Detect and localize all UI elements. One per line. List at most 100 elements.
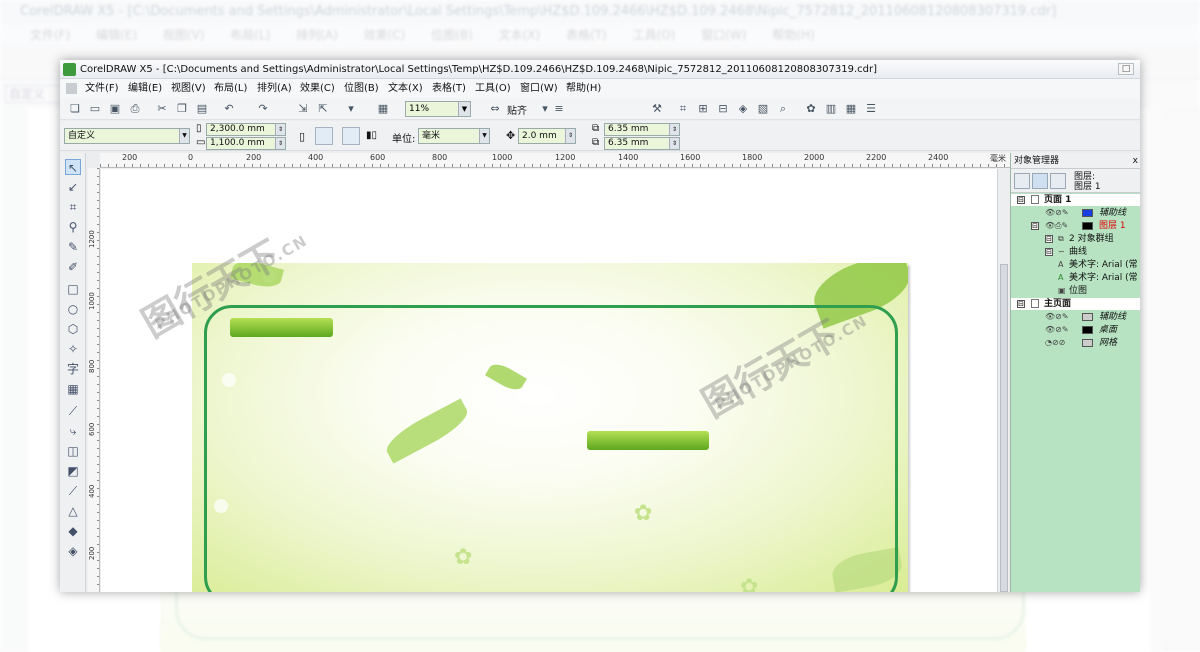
interactive-fill-tool-icon[interactable]: ◈ <box>65 543 81 559</box>
visibility-icons[interactable]: 👁⊘✎ <box>1045 311 1069 323</box>
collapse-icon[interactable]: ⊟ <box>1031 222 1039 230</box>
visibility-icons[interactable]: 👁⊘✎ <box>1045 324 1069 336</box>
color-icon[interactable]: ✿ <box>804 102 818 116</box>
landscape-button[interactable] <box>342 127 360 145</box>
units-select[interactable]: 毫米 ▼ <box>418 128 490 144</box>
horizontal-ruler[interactable]: 200 0 200 400 600 800 1000 1200 1400 160… <box>100 153 1010 168</box>
tree-curve[interactable]: ⊟ ∽ 曲线 <box>1011 246 1140 258</box>
import-icon[interactable]: ⇲ <box>296 102 310 116</box>
dimension-tool-icon[interactable]: ⟋ <box>65 403 81 419</box>
chevron-down-icon[interactable]: ▼ <box>479 129 489 143</box>
tree-object-group[interactable]: ⊟ ⧉ 2 对象群组 <box>1011 233 1140 245</box>
green-title-bar[interactable] <box>230 318 333 337</box>
shape-tool-icon[interactable]: ↙ <box>65 179 81 195</box>
menu-help[interactable]: 帮助(H) <box>566 79 601 98</box>
stepper-icon[interactable]: ⇕ <box>669 124 679 135</box>
zoom-tool-icon[interactable]: ⚲ <box>65 219 81 235</box>
page-preset-select[interactable]: 自定义 ▼ <box>64 128 190 144</box>
duplicate-x-field[interactable]: 6.35 mm ⇕ <box>604 123 680 136</box>
edit-across-layers-icon[interactable] <box>1032 173 1048 189</box>
tree-artistic-text[interactable]: A 美术字: Arial (常 <box>1011 259 1140 271</box>
save-icon[interactable]: ▣ <box>108 102 122 116</box>
full-screen-icon[interactable]: ⇔ <box>488 102 502 116</box>
visibility-icons[interactable]: ◔⊘⊘ <box>1045 337 1067 349</box>
nodes-icon[interactable]: ◈ <box>736 102 750 116</box>
duplicate-y-field[interactable]: 6.35 mm ⇕ <box>604 137 680 150</box>
smart-fill-tool-icon[interactable]: ✐ <box>65 259 81 275</box>
pick-tool-icon[interactable]: ↖ <box>65 159 81 175</box>
tree-bitmap[interactable]: ▣ 位图 <box>1011 285 1140 297</box>
distribute-icon[interactable]: ⊟ <box>716 102 730 116</box>
menu-window[interactable]: 窗口(W) <box>520 79 558 98</box>
page-height-field[interactable]: 1,100.0 mm ⇕ <box>206 137 286 150</box>
page-width-field[interactable]: 2,300.0 mm ⇕ <box>206 123 286 136</box>
tree-guides-layer[interactable]: 👁⊘✎ 辅助线 <box>1011 207 1140 219</box>
document-menu-icon[interactable] <box>66 83 77 94</box>
options-icon[interactable]: ≡ <box>552 102 566 116</box>
restore-button[interactable]: □ <box>1118 63 1134 75</box>
crop-tool-icon[interactable]: ⌗ <box>65 199 81 215</box>
nudge-distance-field[interactable]: 2.0 mm ⇕ <box>518 128 576 144</box>
align-icon[interactable]: ⊞ <box>696 102 710 116</box>
paste-icon[interactable]: ▤ <box>195 102 209 116</box>
text-layout-icon[interactable]: ☰ <box>864 102 878 116</box>
transform-icon[interactable]: ⚒ <box>650 102 664 116</box>
table-icon[interactable]: ▦ <box>844 102 858 116</box>
menu-file[interactable]: 文件(F) <box>85 79 119 98</box>
menu-tools[interactable]: 工具(O) <box>475 79 511 98</box>
grid-icon[interactable]: ⌗ <box>676 102 690 116</box>
collapse-icon[interactable]: ⊟ <box>1017 196 1025 204</box>
page-icon[interactable]: ▯ <box>299 130 305 143</box>
chevron-down-icon[interactable]: ▼ <box>458 102 470 116</box>
polygon-tool-icon[interactable]: ⬡ <box>65 321 81 337</box>
vertical-ruler[interactable]: 1200 1000 800 600 400 200 <box>88 168 100 592</box>
menu-table[interactable]: 表格(T) <box>432 79 466 98</box>
open-icon[interactable]: ▭ <box>88 102 102 116</box>
copy-icon[interactable]: ❐ <box>175 102 189 116</box>
freehand-tool-icon[interactable]: ✎ <box>65 239 81 255</box>
zoom-level-select[interactable]: 11% ▼ <box>405 101 471 117</box>
layer-manager-view-icon[interactable] <box>1050 173 1066 189</box>
show-properties-icon[interactable] <box>1014 173 1030 189</box>
print-icon[interactable]: ⎙ <box>128 102 142 116</box>
rectangle-tool-icon[interactable]: □ <box>65 281 81 297</box>
connector-tool-icon[interactable]: ⤷ <box>65 423 81 439</box>
snap-dropdown-icon[interactable]: ▾ <box>538 102 552 116</box>
redo-icon[interactable]: ↷ <box>256 102 270 116</box>
export-icon[interactable]: ⇱ <box>316 102 330 116</box>
portrait-button[interactable] <box>315 127 333 145</box>
blend-tool-icon[interactable]: ◫ <box>65 443 81 459</box>
tree-master-guides[interactable]: 👁⊘✎ 辅助线 <box>1011 311 1140 323</box>
ellipse-tool-icon[interactable]: ○ <box>65 301 81 317</box>
tree-page-1[interactable]: ⊟ 页面 1 <box>1011 194 1140 206</box>
collapse-icon[interactable]: ⊟ <box>1045 248 1053 256</box>
undo-icon[interactable]: ↶ <box>222 102 236 116</box>
menu-bitmaps[interactable]: 位图(B) <box>344 79 379 98</box>
basic-shapes-tool-icon[interactable]: ✧ <box>65 341 81 357</box>
text-tool-icon[interactable]: 字 <box>65 361 81 377</box>
cut-icon[interactable]: ✂ <box>155 102 169 116</box>
vertical-scrollbar[interactable] <box>997 169 1009 592</box>
welcome-screen-icon[interactable]: ▦ <box>376 102 390 116</box>
stepper-icon[interactable]: ⇕ <box>275 124 285 135</box>
transparency-tool-icon[interactable]: ◩ <box>65 463 81 479</box>
stepper-icon[interactable]: ⇕ <box>565 129 575 143</box>
table-tool-icon[interactable]: ▦ <box>65 381 81 397</box>
collapse-icon[interactable]: ⊟ <box>1017 300 1025 308</box>
menu-view[interactable]: 视图(V) <box>171 79 206 98</box>
scrollbar-thumb[interactable] <box>1000 264 1008 592</box>
chevron-down-icon[interactable]: ▼ <box>179 129 189 143</box>
tree-layer-1[interactable]: ⊟ 👁⎙✎ 图层 1 <box>1011 220 1140 232</box>
visibility-icons[interactable]: 👁⊘✎ <box>1045 207 1069 219</box>
eyedropper-tool-icon[interactable]: ⟋ <box>65 483 81 499</box>
docker-icon[interactable]: ▥ <box>824 102 838 116</box>
menu-effects[interactable]: 效果(C) <box>300 79 335 98</box>
stepper-icon[interactable]: ⇕ <box>275 138 285 149</box>
tree-desktop[interactable]: 👁⊘✎ 桌面 <box>1011 324 1140 336</box>
visibility-icons[interactable]: 👁⎙✎ <box>1045 220 1068 232</box>
all-pages-icon[interactable]: ▮▯ <box>366 130 377 141</box>
application-launcher-icon[interactable]: ▾ <box>344 102 358 116</box>
green-title-bar[interactable] <box>587 431 709 450</box>
design-artwork[interactable]: ✿ ✿ ✿ <box>192 263 908 592</box>
outline-tool-icon[interactable]: △ <box>65 503 81 519</box>
